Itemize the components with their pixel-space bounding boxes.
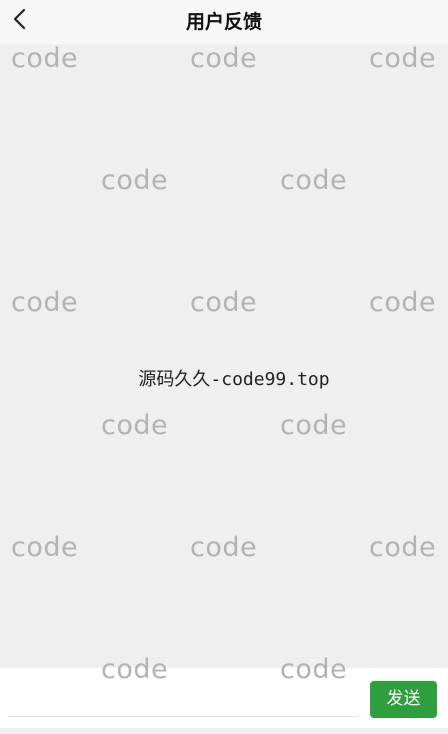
input-underline [8, 716, 358, 717]
feedback-input[interactable] [8, 676, 364, 714]
header-bar: 用户反馈 [0, 0, 448, 44]
page-title: 用户反馈 [185, 11, 262, 33]
send-button[interactable]: 发送 [370, 681, 437, 718]
message-text: 源码久久-code99.top [138, 369, 330, 390]
chat-area[interactable] [0, 44, 448, 668]
bottom-edge [0, 728, 448, 734]
